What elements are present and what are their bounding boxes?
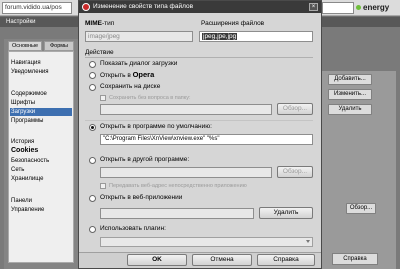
save-folder-field[interactable] <box>100 104 272 115</box>
browse-program-button[interactable]: Обзор... <box>277 166 313 178</box>
delete-webapp-button[interactable]: Удалить <box>259 207 313 219</box>
ok-button[interactable]: OK <box>127 254 187 266</box>
preferences-sidebar: Навигация Уведомления Содержимое Шрифты … <box>8 51 74 263</box>
sidebar-item-panels[interactable]: Панели <box>11 197 32 205</box>
preferences-help-button[interactable]: Справка <box>332 253 378 265</box>
dialog-title: Изменение свойств типа файлов <box>79 1 321 13</box>
open-webapp-label: Открыть в веб-приложении <box>100 194 183 201</box>
add-type-button[interactable]: Добавить... <box>328 74 372 85</box>
use-plugin-label: Использовать плагин: <box>100 225 166 232</box>
radio-open-other[interactable] <box>89 157 96 164</box>
save-no-ask-label: Сохранить без вопроса в папку: <box>109 95 191 101</box>
tab-forms[interactable]: Формы <box>44 41 74 51</box>
edit-file-type-dialog: Изменение свойств типа файлов × MIME-тип… <box>78 0 322 269</box>
brand-label: energy <box>363 3 390 12</box>
sidebar-item-programs[interactable]: Программы <box>11 117 43 125</box>
radio-show-dialog[interactable] <box>89 61 96 68</box>
show-dialog-label: Показать диалог загрузки <box>100 60 178 67</box>
delete-type-button[interactable]: Удалить <box>328 104 372 115</box>
address-bar[interactable]: forum.vidido.ua/pos <box>2 2 72 14</box>
help-button[interactable]: Справка <box>257 254 315 266</box>
sidebar-item-downloads[interactable]: Загрузки <box>10 108 72 116</box>
sidebar-item-management[interactable]: Управление <box>11 206 44 214</box>
browse-save-folder-button[interactable]: Обзор... <box>277 103 313 115</box>
energy-logo-icon <box>356 5 361 10</box>
sidebar-item-cookies[interactable]: Cookies <box>11 147 38 155</box>
sidebar-item-storage[interactable]: Хранилище <box>11 175 43 183</box>
radio-open-in-opera[interactable] <box>89 72 96 79</box>
pass-url-label: Передавать веб-адрес непосредственно при… <box>109 183 247 189</box>
browse-folder-button[interactable]: Обзор... <box>346 203 376 214</box>
extensions-label: Расширения файлов <box>201 20 265 27</box>
radio-use-plugin[interactable] <box>89 226 96 233</box>
save-to-disk-label: Сохранить на диске <box>100 83 161 90</box>
chevron-down-icon <box>306 240 310 243</box>
default-program-field[interactable]: "C:\Program Files\XnView\xnview.exe" "%s… <box>100 134 313 145</box>
webapp-field[interactable] <box>100 208 254 219</box>
sidebar-item-network[interactable]: Сеть <box>11 166 24 174</box>
sidebar-item-navigation[interactable]: Навигация <box>11 59 41 67</box>
cancel-button[interactable]: Отмена <box>192 254 252 266</box>
open-default-label: Открыть в программе по умолчанию: <box>100 123 212 130</box>
mime-type-field[interactable]: image/jpeg <box>85 31 193 42</box>
save-no-ask-checkbox[interactable] <box>100 95 106 101</box>
radio-open-webapp[interactable] <box>89 195 96 202</box>
sidebar-item-history[interactable]: История <box>11 138 34 146</box>
sidebar-item-content[interactable]: Содержимое <box>11 90 47 98</box>
change-type-button[interactable]: Изменить... <box>328 89 372 100</box>
preferences-right-panel <box>318 71 396 269</box>
extensions-field[interactable]: jpeg,jpe,jpg <box>199 31 313 42</box>
sidebar-item-fonts[interactable]: Шрифты <box>11 99 35 107</box>
tab-basic[interactable]: Основные <box>8 41 42 51</box>
action-divider <box>85 57 313 58</box>
divider-1 <box>85 120 313 121</box>
open-other-label: Открыть в другой программе: <box>100 156 190 163</box>
action-label: Действие <box>85 49 114 56</box>
open-in-opera-label: Открыть в Opera <box>100 70 155 80</box>
plugin-select[interactable] <box>100 237 313 247</box>
pass-url-checkbox[interactable] <box>100 183 106 189</box>
opera-logo-icon <box>82 3 90 11</box>
sidebar-item-notifications[interactable]: Уведомления <box>11 68 49 76</box>
mime-type-label: MIME-тип <box>85 20 115 27</box>
other-program-field[interactable] <box>100 167 272 178</box>
search-box[interactable] <box>322 2 354 14</box>
sidebar-item-security[interactable]: Безопасность <box>11 157 49 165</box>
close-icon[interactable]: × <box>309 3 318 11</box>
radio-open-default[interactable] <box>89 124 96 131</box>
radio-save-to-disk[interactable] <box>89 84 96 91</box>
